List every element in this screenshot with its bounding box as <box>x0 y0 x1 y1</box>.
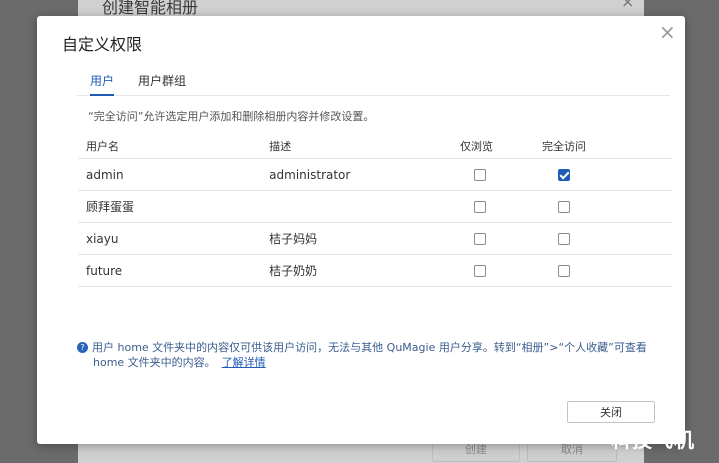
table-row: future 桔子奶奶 <box>78 254 672 287</box>
row-description: 桔子奶奶 <box>269 254 461 287</box>
header-description: 描述 <box>269 134 461 159</box>
full-access-checkbox[interactable] <box>557 265 570 277</box>
view-only-checkbox[interactable] <box>474 265 487 277</box>
close-icon[interactable]: × <box>659 22 676 42</box>
permission-dialog: 自定义权限 × 用户 用户群组 “完全访问”允许选定用户添加和删除相册内容并修改… <box>37 16 685 444</box>
notice-line-2: home 文件夹中的内容。 <box>93 356 216 369</box>
table-header-row: 用户名 描述 仅浏览 完全访问 <box>78 134 672 159</box>
row-description: administrator <box>269 158 461 191</box>
full-access-checkbox[interactable] <box>557 233 570 245</box>
header-full-access: 完全访问 <box>541 134 672 159</box>
row-username: 顾拜蛋蛋 <box>78 190 270 223</box>
row-username: future <box>78 254 270 287</box>
permission-table: 用户名 描述 仅浏览 完全访问 admin administrator 顾拜蛋蛋… <box>78 134 672 287</box>
full-access-checkbox[interactable] <box>557 169 570 181</box>
close-button[interactable]: 关闭 <box>567 401 655 423</box>
watermark-text: 科技飞机 <box>611 428 695 452</box>
header-username: 用户名 <box>78 134 270 159</box>
table-row: admin administrator <box>78 158 672 191</box>
table-row: 顾拜蛋蛋 <box>78 190 672 223</box>
view-only-checkbox[interactable] <box>474 201 487 213</box>
tab-bar: 用户 用户群组 <box>77 70 670 96</box>
full-access-checkbox[interactable] <box>557 201 570 213</box>
dialog-title: 自定义权限 <box>62 35 143 54</box>
home-folder-notice: ? 用户 home 文件夹中的内容仅可供该用户访问，无法与其他 QuMagie 用… <box>77 340 657 370</box>
header-view-only: 仅浏览 <box>460 134 542 159</box>
table-row: xiayu 桔子妈妈 <box>78 222 672 255</box>
view-only-checkbox[interactable] <box>474 169 487 181</box>
tab-users[interactable]: 用户 <box>90 72 115 96</box>
permission-description: “完全访问”允许选定用户添加和删除相册内容并修改设置。 <box>88 110 375 123</box>
background-close-icon: × <box>621 0 635 11</box>
tab-user-groups[interactable]: 用户群组 <box>138 72 186 95</box>
row-description: 桔子妈妈 <box>269 222 461 255</box>
notice-line-1: 用户 home 文件夹中的内容仅可供该用户访问，无法与其他 QuMagie 用户… <box>92 341 647 354</box>
row-username: admin <box>78 158 270 191</box>
row-username: xiayu <box>78 222 270 255</box>
learn-more-link[interactable]: 了解详情 <box>222 356 266 369</box>
help-icon: ? <box>77 342 88 353</box>
view-only-checkbox[interactable] <box>474 233 487 245</box>
row-description <box>269 190 461 223</box>
